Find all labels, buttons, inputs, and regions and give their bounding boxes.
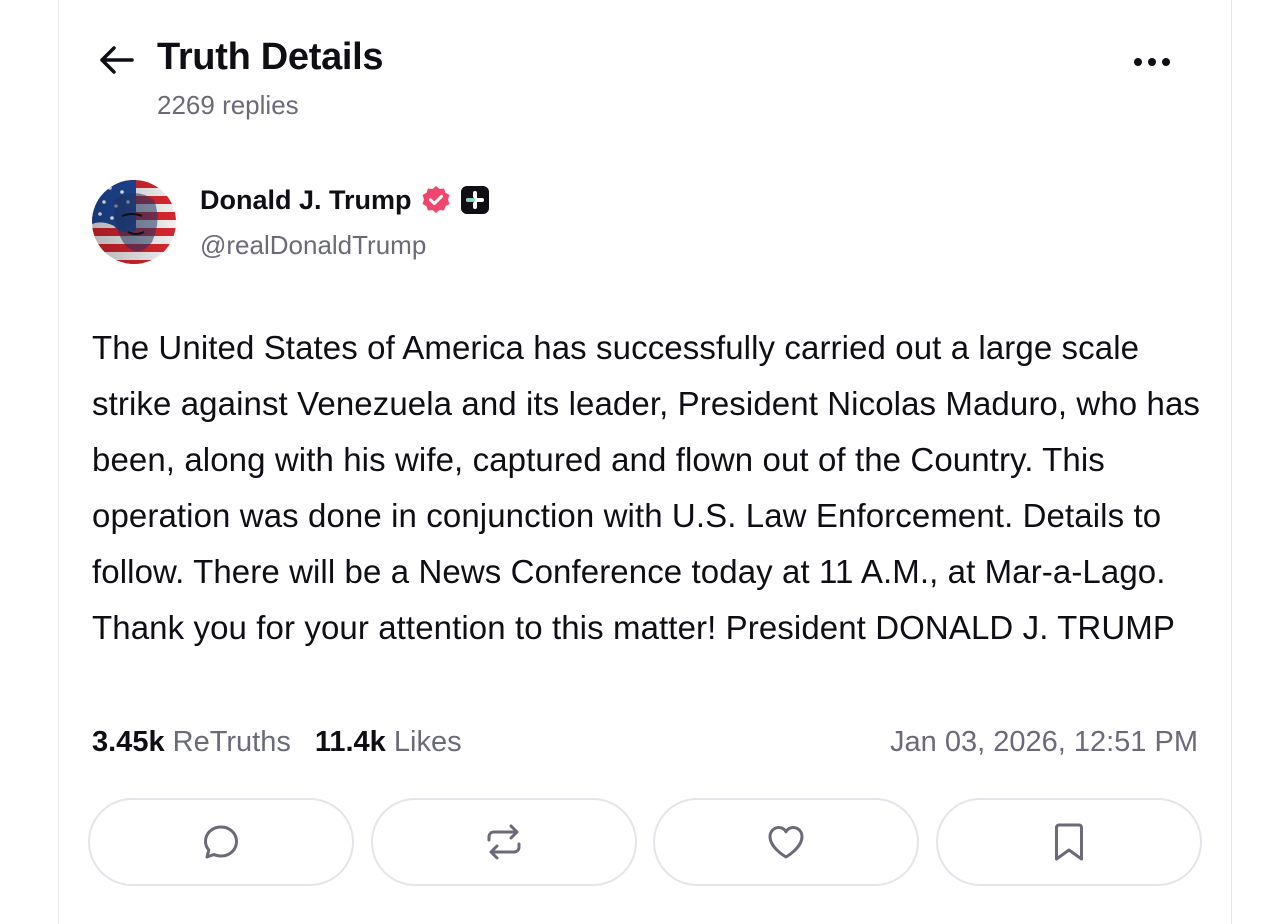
page-title: Truth Details	[157, 36, 384, 78]
retruth-icon	[487, 824, 521, 860]
retruth-button[interactable]	[370, 798, 637, 886]
retruths-stat[interactable]: 3.45k ReTruths	[92, 726, 291, 759]
reply-icon	[204, 825, 238, 859]
author-handle[interactable]: @realDonaldTrump	[200, 230, 426, 261]
avatar[interactable]	[92, 180, 176, 264]
likes-stat[interactable]: 11.4k Likes	[315, 726, 462, 759]
verified-badge-icon	[422, 186, 450, 213]
bookmark-button[interactable]	[935, 798, 1202, 886]
arrow-left-icon	[100, 46, 134, 74]
author-name-row[interactable]: Donald J. Trump	[200, 184, 490, 216]
likes-label: Likes	[393, 726, 462, 758]
post-body: The United States of America has success…	[92, 329, 1201, 646]
more-dots-icon	[1134, 58, 1170, 66]
back-button[interactable]	[92, 36, 140, 84]
more-options-button[interactable]	[1128, 44, 1176, 80]
retruths-count: 3.45k	[92, 726, 165, 758]
post-stats: 3.45k ReTruths 11.4k Likes	[92, 726, 462, 759]
like-icon	[768, 826, 804, 859]
retruths-label: ReTruths	[172, 726, 291, 758]
reply-button[interactable]	[88, 798, 354, 886]
author-name: Donald J. Trump	[200, 184, 412, 215]
post-timestamp: Jan 03, 2026, 12:51 PM	[890, 726, 1198, 758]
action-bar	[88, 798, 1202, 886]
like-button[interactable]	[653, 798, 920, 886]
truth-plus-badge-icon	[460, 186, 489, 214]
likes-count: 11.4k	[314, 726, 386, 758]
reply-count: 2269 replies	[157, 90, 299, 120]
bookmark-icon	[1054, 823, 1083, 861]
